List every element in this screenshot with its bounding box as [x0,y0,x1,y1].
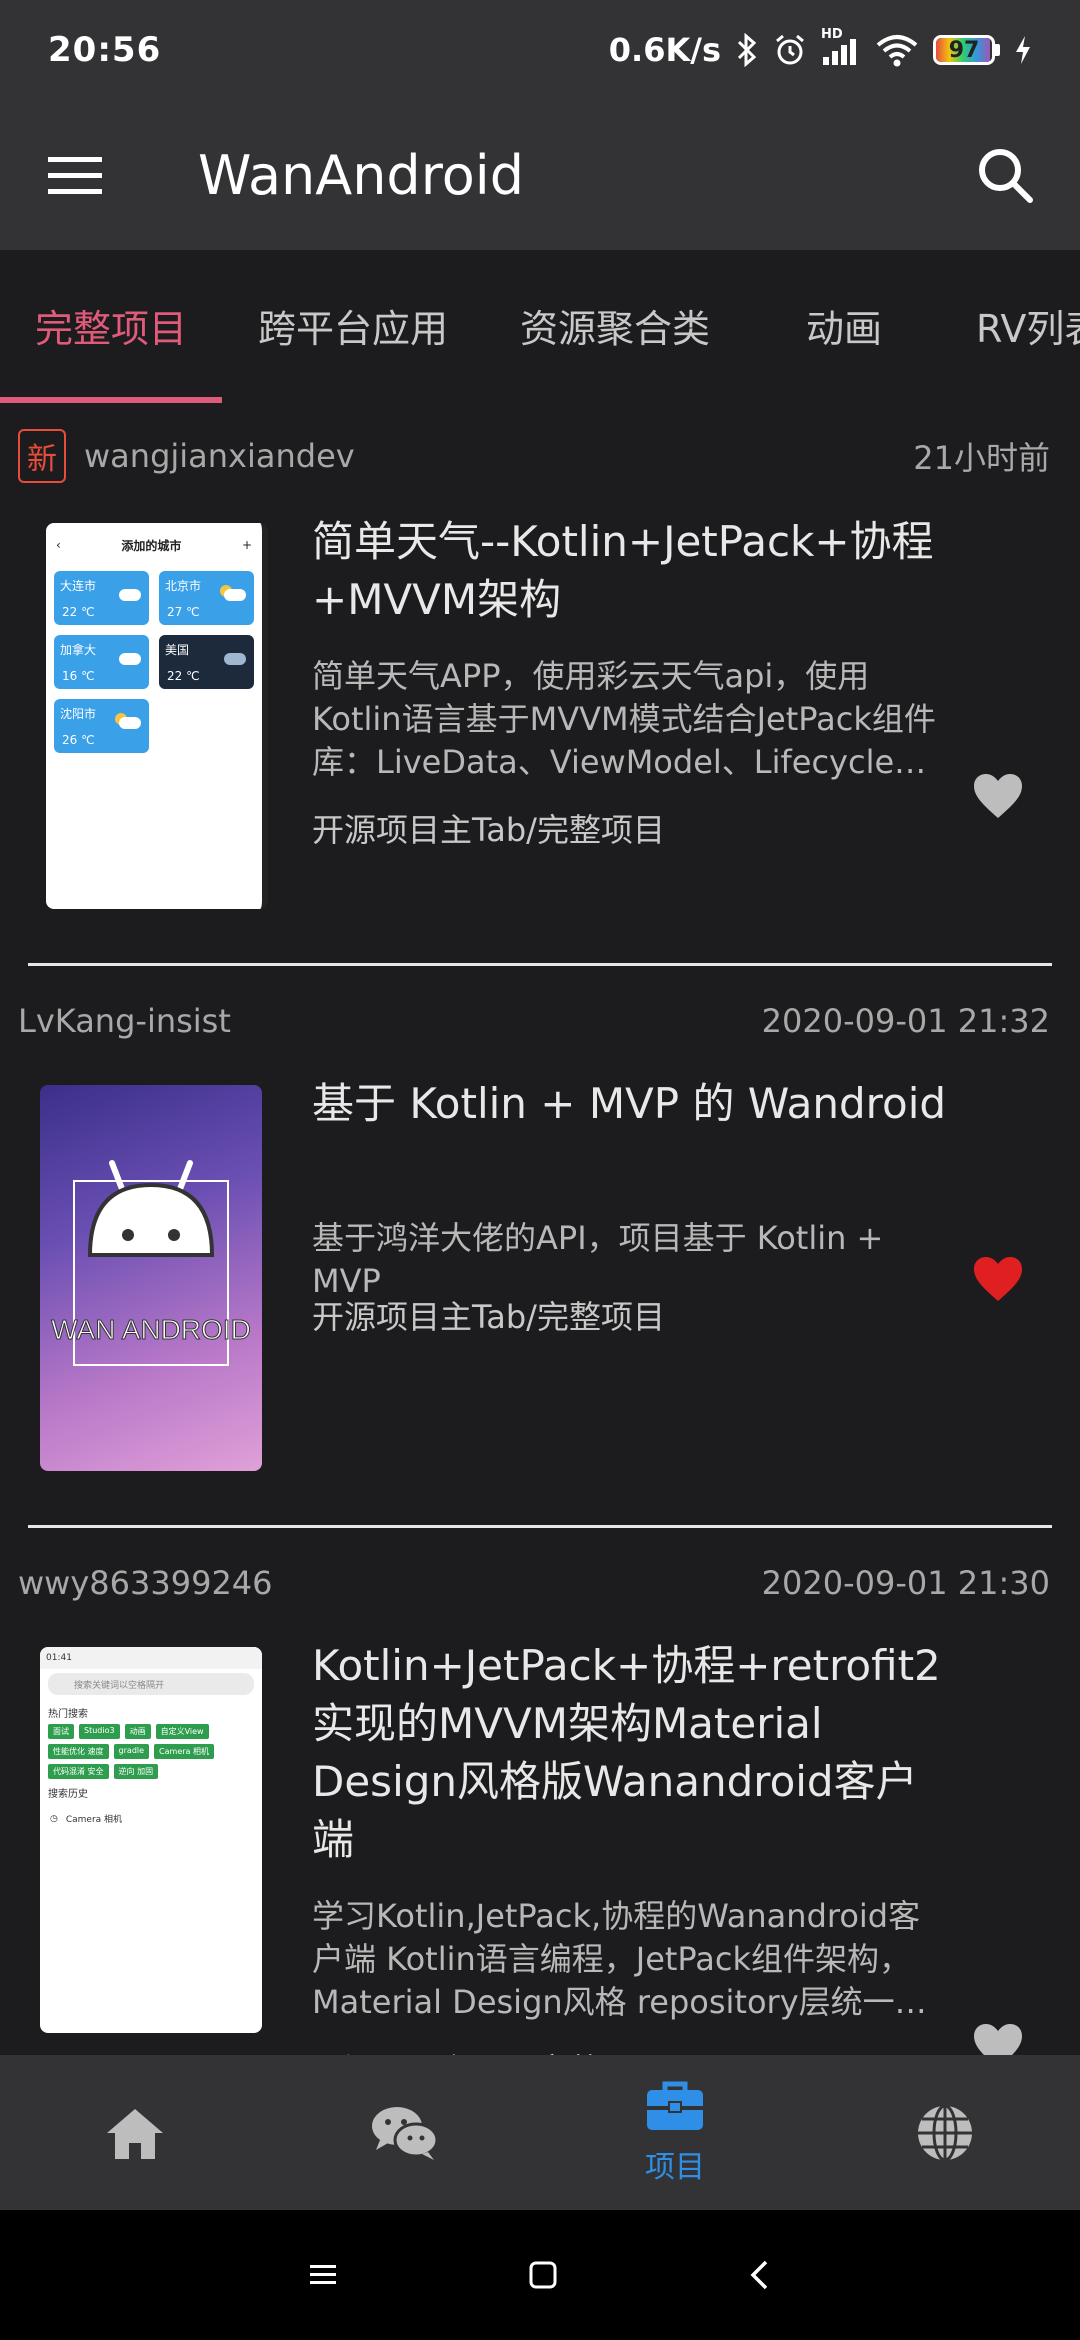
article-title[interactable]: 简单天气--Kotlin+JetPack+协程+MVVM架构 [312,513,952,629]
article-author[interactable]: wwy863399246 [18,1564,273,1602]
alarm-icon [773,33,807,67]
back-chevron-icon[interactable] [748,2258,772,2292]
list-divider [28,963,1052,966]
search-icon [979,149,1033,203]
home-icon [107,2108,163,2159]
project-briefcase-icon [647,2081,703,2130]
globe-icon [918,2104,972,2161]
collect-heart-icon[interactable] [972,1255,1024,1303]
status-bar: 20:56 0.6K/s HD 97 [0,0,1080,100]
category-tabs: 完整项目 跨平台应用 资源聚合类 动画 RV列表 [0,250,1080,405]
nav-globe[interactable] [810,2055,1080,2210]
tab-rv-list[interactable]: RV列表 [942,250,1080,400]
article-meta: 新 wangjianxiandev 21小时前 [18,421,1050,491]
article-title[interactable]: 基于 Kotlin + MVP 的 Wandroid [312,1075,952,1133]
network-speed: 0.6K/s [608,31,721,69]
system-navigation-bar [0,2210,1080,2340]
article-date: 2020-09-01 21:30 [761,1564,1050,1602]
cell-signal-icon: HD [821,27,861,67]
article-list[interactable]: 新 wangjianxiandev 21小时前 ‹ 添加的城市 + 大连市 22 … [0,405,1080,2055]
wan-android-caption: WAN ANDROID [51,1314,251,1345]
collect-heart-icon[interactable] [972,2022,1024,2055]
list-divider [28,1525,1052,1528]
article-chapter[interactable]: 开源项目主Tab/完整项目 [312,805,665,851]
tab-complete-projects[interactable]: 完整项目 [0,250,222,400]
app-title: WanAndroid [198,143,525,207]
tab-animation[interactable]: 动画 [746,250,942,400]
tab-resource-aggregation[interactable]: 资源聚合类 [484,250,746,400]
nav-home[interactable] [0,2055,270,2210]
status-time: 20:56 [48,30,162,70]
article-card[interactable]: wwy863399246 2020-09-01 21:30 01:41 搜索关键… [0,1529,1080,2055]
article-card[interactable]: 新 wangjianxiandev 21小时前 ‹ 添加的城市 + 大连市 22 … [0,405,1080,967]
article-card[interactable]: LvKang-insist 2020-09-01 21:32 WAN ANDRO… [0,967,1080,1529]
article-chapter[interactable]: 开源项目主Tab/完整项目 [312,1292,665,1338]
status-indicators: 0.6K/s HD 97 [608,27,1032,69]
tab-indicator [0,397,222,403]
article-meta: LvKang-insist 2020-09-01 21:32 [18,986,1050,1056]
wifi-icon [875,33,919,67]
search-button[interactable] [930,100,1080,250]
new-badge: 新 [18,429,66,483]
article-description: 基于鸿洋大佬的API，项目基于 Kotlin + MVP [312,1219,884,1300]
article-date: 21小时前 [913,439,1050,477]
battery-level: 97 [948,37,980,63]
battery-icon: 97 [933,35,1000,65]
article-meta: wwy863399246 2020-09-01 21:30 [18,1548,1050,1618]
nav-projects-label: 项目 [645,2149,705,2185]
nav-wechat[interactable] [270,2055,540,2210]
bottom-navigation: 项目 [0,2055,1080,2210]
signal-hd-label: HD [821,27,843,42]
wan-android-logo-icon: WAN ANDROID [51,1160,251,1366]
article-description: 简单天气APP，使用彩云天气api，使用Kotlin语言基于MVVM模式结合Je… [312,657,936,781]
wechat-icon [372,2106,439,2160]
tab-cross-platform[interactable]: 跨平台应用 [222,250,484,400]
article-author[interactable]: LvKang-insist [18,1002,231,1040]
menu-button[interactable] [0,100,150,250]
article-date: 2020-09-01 21:32 [761,1002,1050,1040]
article-thumbnail[interactable]: 01:41 搜索关键词以空格隔开 热门搜索 面试 Studio3 动画 自定义V… [40,1647,262,2033]
article-chapter[interactable]: 开源项目主Tab/完整项目 [312,2045,665,2055]
collect-heart-icon[interactable] [972,772,1024,820]
article-author[interactable]: wangjianxiandev [84,437,355,475]
home-square-icon[interactable] [528,2260,558,2290]
article-thumbnail[interactable]: ‹ 添加的城市 + 大连市 22 ℃ 北京市 27 ℃ 加拿大 16 ℃ 美国 22 ℃… [46,523,268,909]
app-bar: WanAndroid [0,100,1080,250]
charging-bolt-icon [1014,35,1032,65]
nav-projects[interactable]: 项目 [540,2055,810,2210]
recents-menu-icon[interactable] [308,2262,338,2288]
bluetooth-icon [735,33,759,67]
add-icon: + [241,538,252,552]
article-title[interactable]: Kotlin+JetPack+协程+retrofit2实现的MVVM架构Mate… [312,1637,952,1869]
article-description: 学习Kotlin,JetPack,协程的Wanandroid客户端 Kotlin… [312,1897,927,2021]
hamburger-menu-icon [48,157,102,194]
clock-icon: ◷ [50,1813,58,1824]
article-thumbnail[interactable]: WAN ANDROID [40,1085,262,1471]
